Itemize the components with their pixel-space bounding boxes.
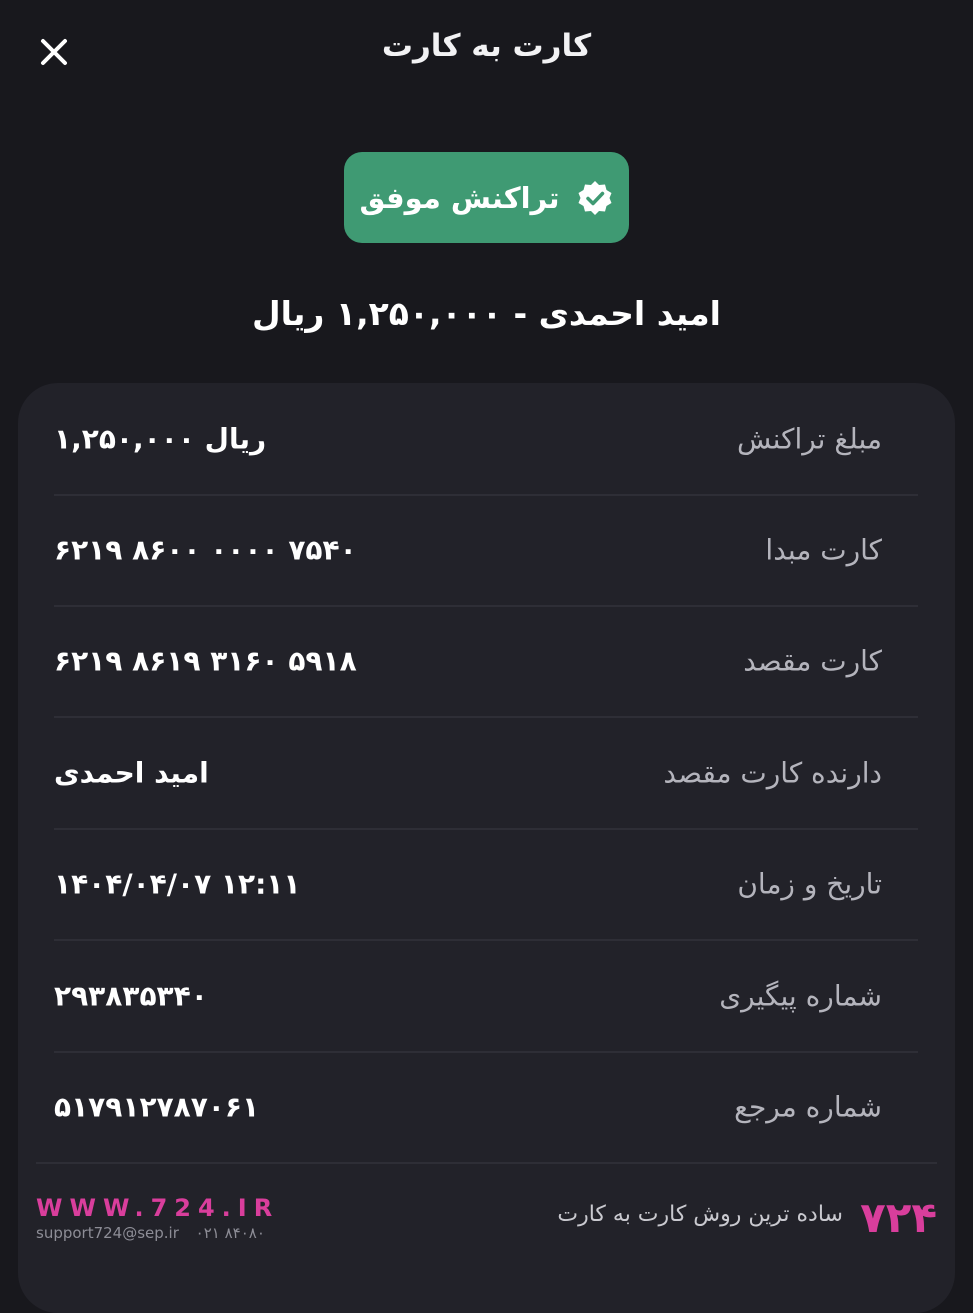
page-title: کارت به کارت: [381, 28, 592, 64]
tagline: ساده ترین روش کارت به کارت: [557, 1202, 843, 1227]
header: کارت به کارت: [0, 0, 973, 100]
detail-row-datetime: تاریخ و زمان ۱۴۰۴/۰۴/۰۷ ۱۲:۱۱: [54, 828, 918, 941]
detail-value: ۵۱۷۹۱۲۷۸۷۰۶۱: [54, 1090, 260, 1123]
status-badge: تراکنش موفق: [344, 152, 629, 243]
detail-row-reference-number: شماره مرجع ۵۱۷۹۱۲۷۸۷۰۶۱: [54, 1051, 918, 1162]
support-email[interactable]: support724@sep.ir: [36, 1224, 179, 1242]
support-phone: ۰۲۱ ۸۴۰۸۰: [195, 1224, 265, 1242]
detail-label: دارنده کارت مقصد: [663, 756, 882, 789]
detail-value: ۱,۲۵۰,۰۰۰ ریال: [54, 422, 267, 455]
detail-row-amount: مبلغ تراکنش ۱,۲۵۰,۰۰۰ ریال: [54, 383, 918, 496]
detail-row-tracking-number: شماره پیگیری ۲۹۳۸۳۵۳۴۰: [54, 940, 918, 1053]
status-label: تراکنش موفق: [359, 180, 560, 215]
detail-label: شماره پیگیری: [719, 979, 882, 1012]
detail-label: کارت مبدا: [765, 533, 882, 566]
detail-label: تاریخ و زمان: [737, 867, 882, 900]
verified-check-icon: [578, 180, 612, 215]
detail-row-card-holder: دارنده کارت مقصد امید احمدی: [54, 717, 918, 830]
detail-row-source-card: کارت مبدا ۶۲۱۹ ۸۶۰۰ ۰۰۰۰ ۷۵۴۰: [54, 494, 918, 607]
detail-label: مبلغ تراکنش: [736, 422, 882, 455]
transaction-summary: امید احمدی - ۱,۲۵۰,۰۰۰ ریال: [252, 294, 721, 333]
contact-info: support724@sep.ir ۰۲۱ ۸۴۰۸۰: [36, 1224, 265, 1242]
detail-value: ۲۹۳۸۳۵۳۴۰: [54, 979, 208, 1012]
detail-value: ۶۲۱۹ ۸۶۱۹ ۳۱۶۰ ۵۹۱۸: [54, 644, 357, 677]
detail-label: شماره مرجع: [734, 1090, 882, 1123]
detail-label: کارت مقصد: [743, 644, 882, 677]
detail-value: ۱۴۰۴/۰۴/۰۷ ۱۲:۱۱: [54, 867, 301, 900]
website-link[interactable]: WWW.724.IR: [36, 1194, 279, 1222]
detail-value: امید احمدی: [54, 756, 209, 789]
footer: WWW.724.IR support724@sep.ir ۰۲۱ ۸۴۰۸۰ س…: [0, 1164, 973, 1280]
detail-value: ۶۲۱۹ ۸۶۰۰ ۰۰۰۰ ۷۵۴۰: [54, 533, 357, 566]
detail-row-destination-card: کارت مقصد ۶۲۱۹ ۸۶۱۹ ۳۱۶۰ ۵۹۱۸: [54, 605, 918, 718]
brand-logo: ۷۲۴: [860, 1193, 937, 1242]
